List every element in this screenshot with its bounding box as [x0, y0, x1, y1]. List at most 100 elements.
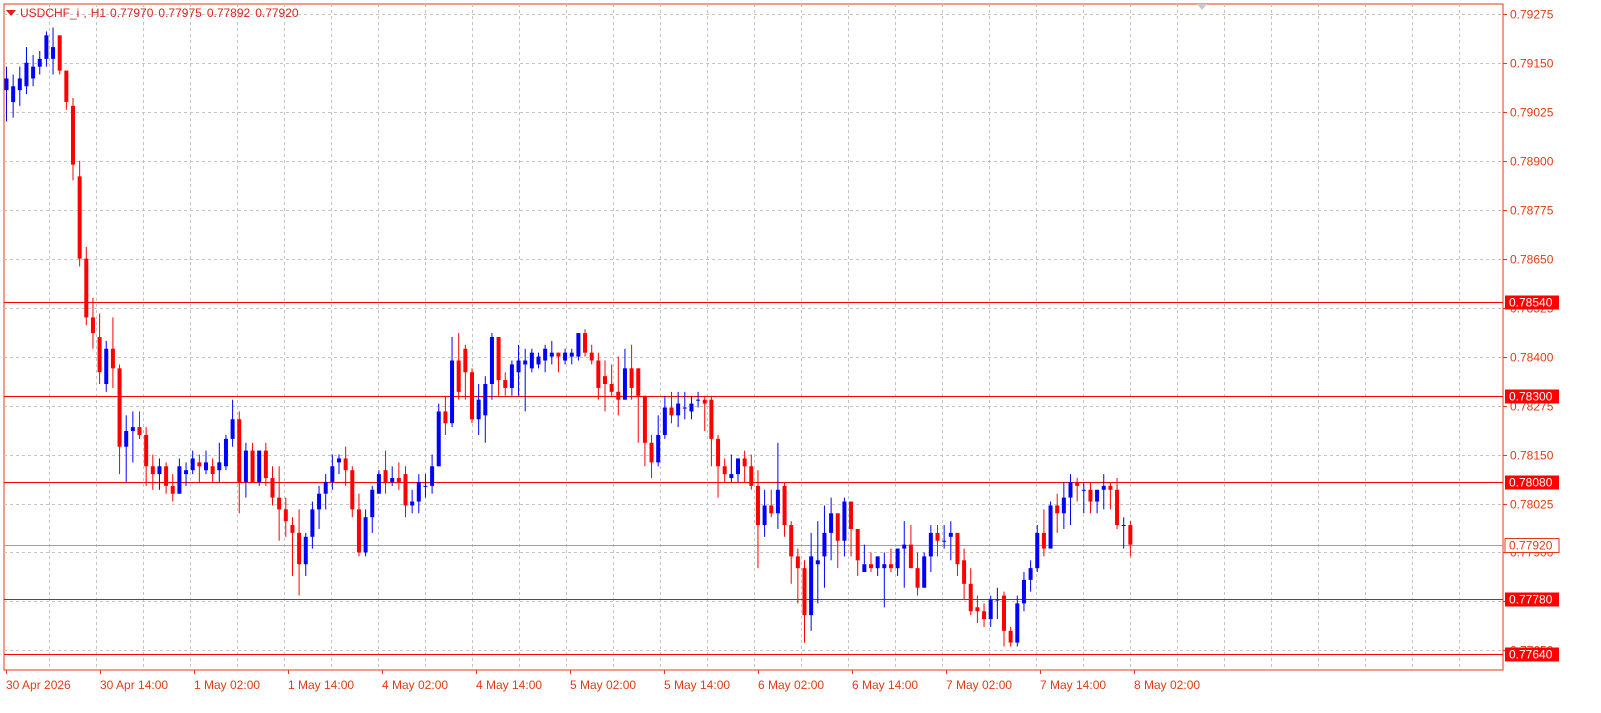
- candle-body[interactable]: [1028, 568, 1033, 580]
- candle-body[interactable]: [450, 360, 455, 424]
- candle-body[interactable]: [496, 337, 501, 381]
- candle-body[interactable]: [270, 478, 275, 498]
- candle-body[interactable]: [749, 466, 754, 486]
- candle-body[interactable]: [503, 380, 508, 388]
- collapse-triangle-icon[interactable]: [6, 10, 16, 16]
- candle-body[interactable]: [71, 105, 75, 165]
- candle-body[interactable]: [104, 348, 109, 385]
- candle-body[interactable]: [11, 86, 16, 102]
- candle-body[interactable]: [802, 568, 807, 616]
- candle-body[interactable]: [536, 356, 541, 365]
- candle-body[interactable]: [1008, 630, 1013, 643]
- candle-body[interactable]: [230, 419, 235, 439]
- candle-body[interactable]: [243, 450, 248, 482]
- candle-body[interactable]: [317, 493, 322, 510]
- candle-body[interactable]: [616, 391, 621, 400]
- candle-body[interactable]: [1002, 595, 1006, 631]
- candle-body[interactable]: [463, 348, 468, 373]
- candle-body[interactable]: [543, 348, 548, 361]
- candle-body[interactable]: [702, 399, 707, 404]
- candle-body[interactable]: [642, 395, 647, 443]
- candle-body[interactable]: [1075, 481, 1080, 486]
- candle-body[interactable]: [137, 427, 142, 435]
- candle-body[interactable]: [789, 525, 794, 557]
- candle-body[interactable]: [835, 513, 840, 541]
- candle-body[interactable]: [436, 411, 441, 467]
- candle-body[interactable]: [636, 368, 641, 396]
- candle-body[interactable]: [250, 450, 255, 482]
- candle-body[interactable]: [383, 470, 388, 482]
- candle-body[interactable]: [77, 176, 82, 259]
- candle-body[interactable]: [782, 485, 787, 526]
- candle-body[interactable]: [350, 470, 355, 510]
- candle-body[interactable]: [297, 532, 302, 565]
- candle-body[interactable]: [356, 509, 361, 553]
- candle-body[interactable]: [1015, 603, 1020, 643]
- candle-body[interactable]: [955, 532, 960, 565]
- candle-body[interactable]: [416, 481, 421, 502]
- candle-body[interactable]: [855, 528, 860, 561]
- candle-body[interactable]: [915, 568, 920, 588]
- candle-body[interactable]: [4, 78, 9, 91]
- candle-body[interactable]: [583, 333, 588, 353]
- candle-body[interactable]: [1068, 481, 1073, 498]
- candle-body[interactable]: [935, 532, 940, 541]
- candle-body[interactable]: [849, 501, 854, 529]
- candle-body[interactable]: [97, 337, 102, 373]
- plot-area[interactable]: [3, 3, 1504, 671]
- candle-body[interactable]: [217, 462, 222, 471]
- candle-body[interactable]: [1095, 489, 1100, 502]
- candle-body[interactable]: [197, 462, 202, 467]
- candle-body[interactable]: [343, 458, 348, 471]
- candle-body[interactable]: [443, 411, 448, 424]
- candle-body[interactable]: [64, 70, 69, 102]
- candle-body[interactable]: [922, 556, 927, 588]
- candle-body[interactable]: [1121, 525, 1126, 527]
- candle-body[interactable]: [303, 536, 308, 565]
- candle-body[interactable]: [150, 466, 155, 475]
- candle-body[interactable]: [157, 466, 162, 475]
- candle-body[interactable]: [862, 564, 867, 573]
- candle-body[interactable]: [177, 466, 182, 494]
- candle-body[interactable]: [476, 399, 481, 420]
- candle-body[interactable]: [948, 532, 953, 537]
- candle-body[interactable]: [722, 466, 727, 475]
- candle-body[interactable]: [736, 458, 740, 475]
- candle-body[interactable]: [57, 35, 62, 71]
- candle-body[interactable]: [489, 337, 494, 385]
- chart-window[interactable]: 0.79275 0.79150 0.79025 0.78900 0.78775 0.786…: [0, 0, 1601, 713]
- candle-body[interactable]: [117, 368, 122, 447]
- candle-body[interactable]: [223, 438, 228, 467]
- candle-body[interactable]: [17, 78, 22, 91]
- candle-body[interactable]: [470, 372, 474, 420]
- candle-body[interactable]: [629, 368, 634, 388]
- candle-body[interactable]: [483, 384, 488, 416]
- candle-body[interactable]: [1021, 579, 1026, 604]
- candle-body[interactable]: [124, 431, 129, 447]
- candle-body[interactable]: [982, 611, 987, 620]
- candle-body[interactable]: [795, 556, 800, 569]
- candle-body[interactable]: [363, 517, 368, 553]
- candle-body[interactable]: [1101, 485, 1106, 490]
- candle-body[interactable]: [164, 466, 169, 486]
- candle-body[interactable]: [762, 505, 767, 526]
- candle-body[interactable]: [1055, 505, 1060, 514]
- candle-body[interactable]: [609, 384, 614, 392]
- candle-body[interactable]: [875, 556, 880, 569]
- candle-body[interactable]: [928, 532, 933, 557]
- candle-body[interactable]: [90, 317, 95, 334]
- candle-body[interactable]: [330, 466, 335, 482]
- candle-body[interactable]: [815, 560, 820, 565]
- candle-body[interactable]: [716, 438, 721, 467]
- candle-body[interactable]: [968, 583, 973, 612]
- candle-body[interactable]: [390, 478, 395, 482]
- candle-body[interactable]: [649, 442, 654, 463]
- candle-body[interactable]: [902, 544, 907, 549]
- candle-body[interactable]: [144, 434, 149, 467]
- candle-body[interactable]: [869, 564, 873, 569]
- candle-body[interactable]: [888, 564, 893, 569]
- candle-body[interactable]: [988, 599, 993, 620]
- candle-body[interactable]: [410, 501, 415, 506]
- candle-body[interactable]: [190, 458, 195, 471]
- candle-body[interactable]: [263, 450, 268, 479]
